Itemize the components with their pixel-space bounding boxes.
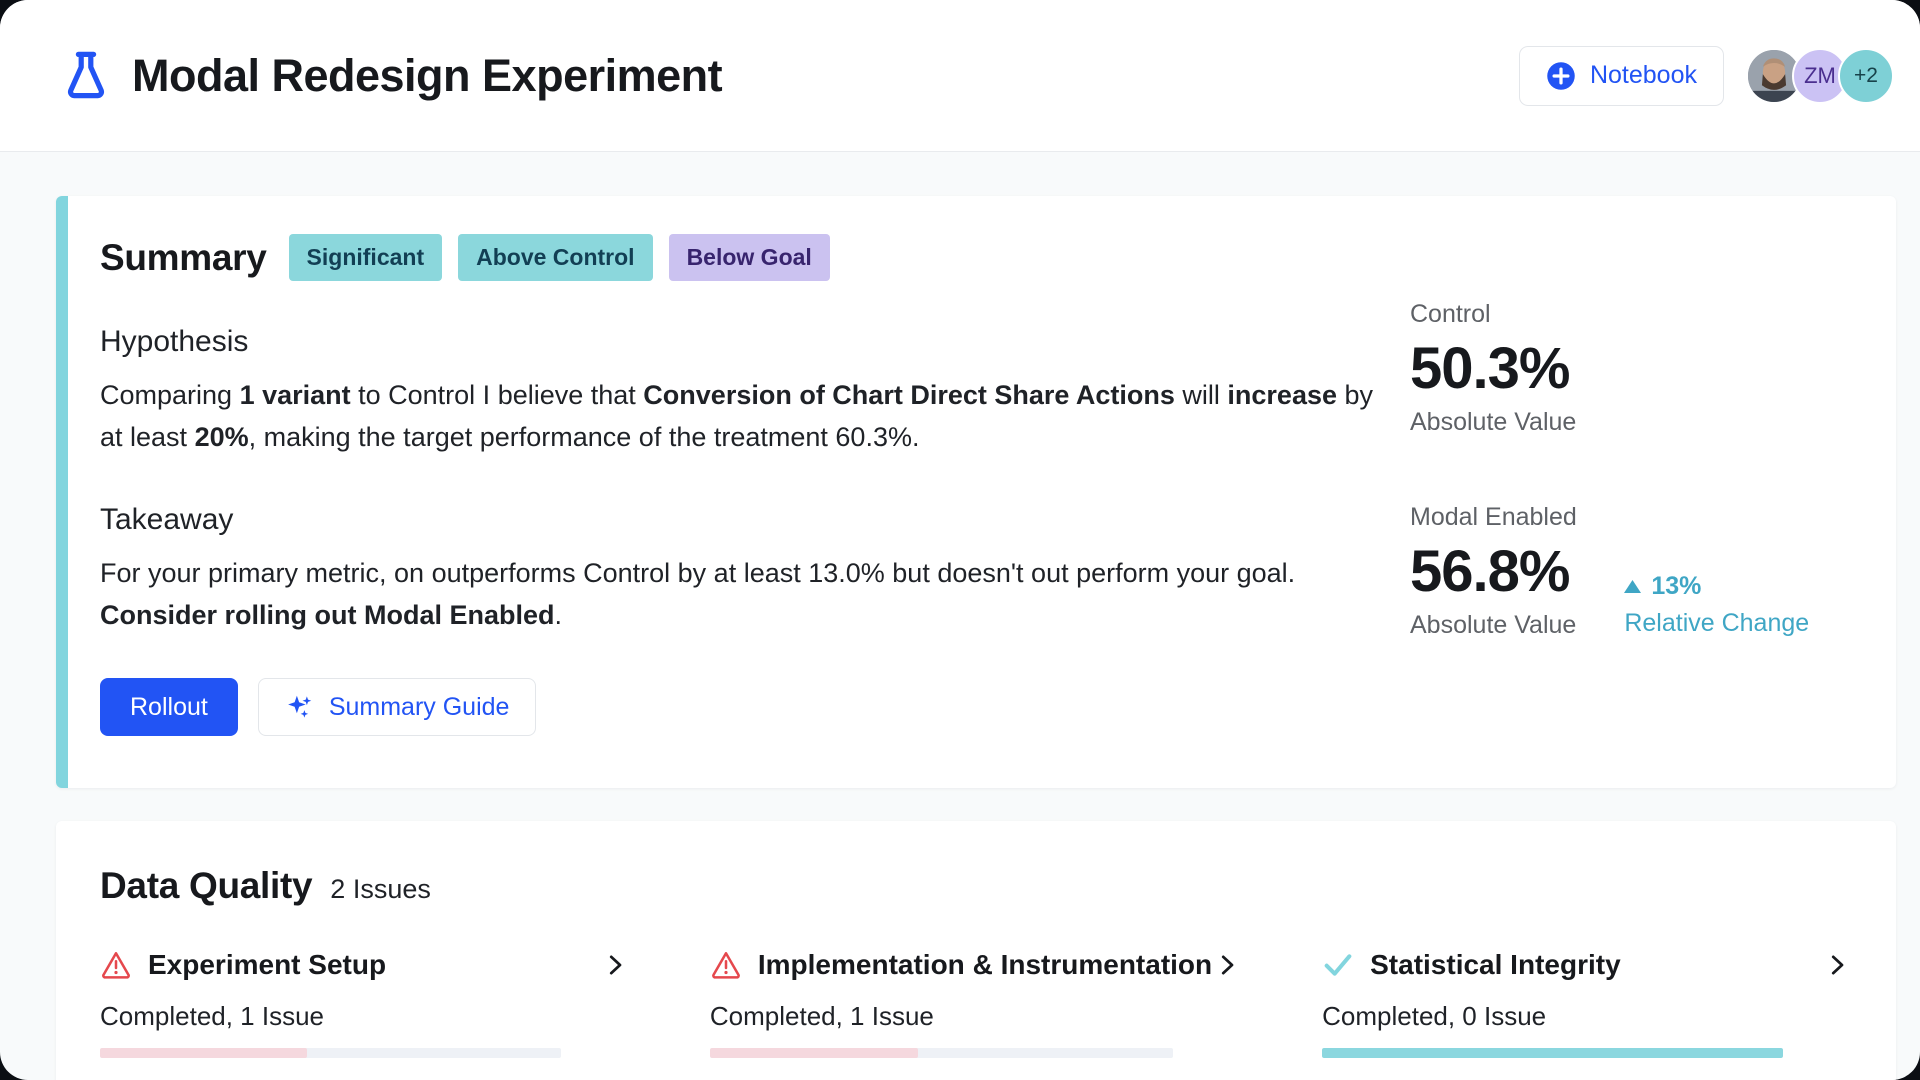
check-icon bbox=[1322, 949, 1354, 981]
dq-item-head: Implementation & Instrumentation bbox=[710, 949, 1242, 981]
chevron-right-icon[interactable] bbox=[1212, 950, 1242, 980]
summary-actions: Rollout Summary Guide bbox=[100, 678, 1410, 736]
dq-progress-fill bbox=[1322, 1048, 1783, 1058]
rollout-button[interactable]: Rollout bbox=[100, 678, 238, 736]
summary-heading: Summary bbox=[100, 237, 267, 279]
takeaway-text: For your primary metric, on outperforms … bbox=[100, 553, 1400, 637]
header-left: Modal Redesign Experiment bbox=[62, 50, 1519, 102]
variant-stat: Modal Enabled 56.8% Absolute Value 13% bbox=[1410, 503, 1840, 640]
dq-item-status: Completed, 1 Issue bbox=[710, 1001, 1242, 1032]
summary-stats-column: Control 50.3% Absolute Value Modal Enabl… bbox=[1410, 234, 1840, 736]
dq-item-status: Completed, 0 Issue bbox=[1322, 1001, 1852, 1032]
dq-item-head: Statistical Integrity bbox=[1322, 949, 1852, 981]
warning-icon bbox=[100, 949, 132, 981]
dq-progress-bar bbox=[100, 1048, 561, 1058]
dq-card-implementation[interactable]: Implementation & Instrumentation Complet… bbox=[710, 949, 1242, 1058]
variant-stat-name: Modal Enabled bbox=[1410, 503, 1840, 532]
relative-change: 13% Relative Change bbox=[1624, 572, 1809, 640]
plus-circle-icon bbox=[1546, 61, 1576, 91]
dq-progress-fill bbox=[710, 1048, 918, 1058]
dq-progress-bar bbox=[1322, 1048, 1783, 1058]
header-right: Notebook ZM +2 bbox=[1519, 46, 1894, 106]
dq-item-head: Experiment Setup bbox=[100, 949, 630, 981]
control-stat: Control 50.3% Absolute Value bbox=[1410, 300, 1840, 437]
hypothesis-text: Comparing 1 variant to Control I believe… bbox=[100, 375, 1400, 459]
page-title: Modal Redesign Experiment bbox=[132, 50, 722, 102]
dq-item-status: Completed, 1 Issue bbox=[100, 1001, 630, 1032]
hypothesis-heading: Hypothesis bbox=[100, 325, 1410, 359]
control-stat-caption: Absolute Value bbox=[1410, 408, 1840, 437]
data-quality-card: Data Quality 2 Issues Experiment Setup bbox=[56, 821, 1896, 1080]
sparkles-icon bbox=[285, 692, 315, 722]
avatar-overflow-count[interactable]: +2 bbox=[1838, 48, 1894, 104]
dq-card-statistical-integrity[interactable]: Statistical Integrity Completed, 0 Issue bbox=[1322, 949, 1852, 1058]
relative-change-value-line: 13% bbox=[1624, 572, 1809, 601]
chevron-right-icon[interactable] bbox=[1822, 950, 1852, 980]
app-header: Modal Redesign Experiment Notebook bbox=[0, 0, 1920, 152]
variant-stat-value: 56.8% bbox=[1410, 538, 1576, 605]
variant-stat-caption: Absolute Value bbox=[1410, 611, 1576, 640]
takeaway-heading: Takeaway bbox=[100, 503, 1410, 537]
experiment-flask-icon bbox=[62, 50, 110, 102]
arrow-up-icon bbox=[1624, 580, 1641, 593]
summary-card: Summary Significant Above Control Below … bbox=[56, 196, 1896, 788]
relative-change-value: 13% bbox=[1651, 572, 1701, 601]
dq-item-title: Experiment Setup bbox=[148, 949, 386, 981]
control-stat-value: 50.3% bbox=[1410, 335, 1840, 402]
variant-stat-main: 56.8% Absolute Value bbox=[1410, 538, 1576, 640]
main-content: Summary Significant Above Control Below … bbox=[0, 152, 1920, 1080]
data-quality-grid: Experiment Setup Completed, 1 Issue bbox=[100, 949, 1852, 1058]
data-quality-header: Data Quality 2 Issues bbox=[100, 865, 1852, 907]
notebook-button-label: Notebook bbox=[1590, 61, 1697, 90]
data-quality-issue-count: 2 Issues bbox=[330, 874, 431, 905]
dq-card-experiment-setup[interactable]: Experiment Setup Completed, 1 Issue bbox=[100, 949, 630, 1058]
dq-progress-fill bbox=[100, 1048, 307, 1058]
warning-icon bbox=[710, 949, 742, 981]
control-stat-name: Control bbox=[1410, 300, 1840, 329]
summary-left-column: Summary Significant Above Control Below … bbox=[100, 234, 1410, 736]
relative-change-label: Relative Change bbox=[1624, 609, 1809, 638]
chevron-right-icon[interactable] bbox=[600, 950, 630, 980]
dq-progress-bar bbox=[710, 1048, 1173, 1058]
summary-guide-button[interactable]: Summary Guide bbox=[258, 678, 537, 736]
app-window: Modal Redesign Experiment Notebook bbox=[0, 0, 1920, 1080]
dq-item-title: Implementation & Instrumentation bbox=[758, 949, 1212, 981]
dq-item-title: Statistical Integrity bbox=[1370, 949, 1621, 981]
badge-below-goal: Below Goal bbox=[669, 234, 830, 281]
badge-significant: Significant bbox=[289, 234, 443, 281]
badge-above-control: Above Control bbox=[458, 234, 652, 281]
data-quality-heading: Data Quality bbox=[100, 865, 312, 907]
summary-header: Summary Significant Above Control Below … bbox=[100, 234, 1410, 281]
notebook-button[interactable]: Notebook bbox=[1519, 46, 1724, 106]
avatar-stack: ZM +2 bbox=[1746, 48, 1894, 104]
summary-guide-label: Summary Guide bbox=[329, 693, 510, 722]
variant-stat-row: 56.8% Absolute Value 13% Relative Change bbox=[1410, 538, 1840, 640]
